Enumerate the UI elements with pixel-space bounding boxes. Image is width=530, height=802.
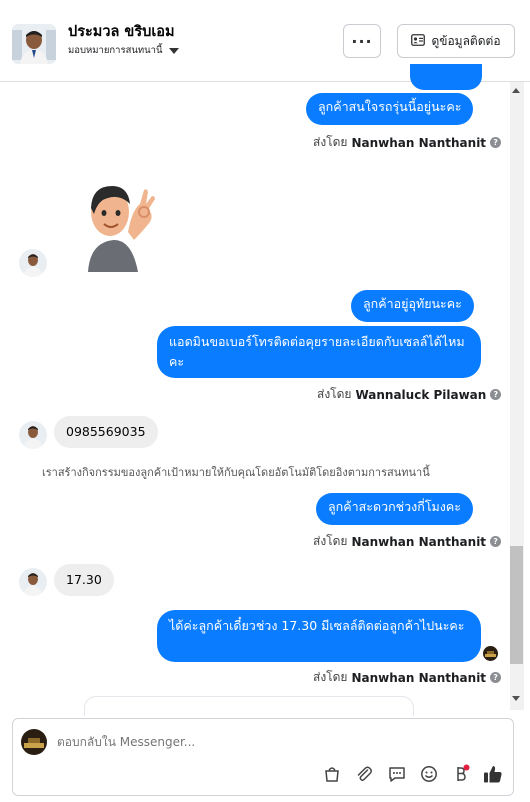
shop-bag-icon[interactable] bbox=[321, 763, 343, 785]
sender-page-avatar bbox=[483, 646, 498, 661]
messenger-conversation: ประมวล ขริบเอม มอบหมายการสนทนานี้ ··· ดู… bbox=[0, 0, 530, 802]
partial-card-preview bbox=[84, 696, 414, 716]
outgoing-message[interactable]: ลูกค้าสนใจรถรุ่นนี้อยู่นะคะ bbox=[306, 93, 474, 125]
attachment-icon[interactable] bbox=[353, 763, 375, 785]
outgoing-message[interactable]: ได้ค่ะลูกค้าเดี๋ยวช่วง 17.30 มีเซลล์ติดต… bbox=[157, 610, 481, 662]
sticker-image bbox=[80, 180, 162, 272]
sender-name: Nanwhan Nanthanit bbox=[351, 670, 487, 685]
emoji-icon[interactable] bbox=[418, 763, 440, 785]
contact-name: ประมวล ขริบเอม bbox=[68, 24, 175, 40]
outgoing-message[interactable]: ลูกค้าสะดวกช่วงกี่โมงคะ bbox=[316, 493, 473, 525]
assign-label: มอบหมายการสนทนานี้ bbox=[68, 45, 163, 56]
sender-name: Wannaluck Pilawan bbox=[355, 387, 487, 402]
sent-by-label: ส่งโดย Wannaluck Pilawan ? bbox=[317, 385, 502, 404]
scroll-down-arrow-icon[interactable] bbox=[512, 696, 520, 701]
reply-composer bbox=[12, 718, 514, 796]
sender-name: Nanwhan Nanthanit bbox=[351, 135, 487, 150]
sent-by-label: ส่งโดย Nanwhan Nanthanit ? bbox=[313, 668, 502, 687]
outgoing-message[interactable]: แอดมินขอเบอร์โทรติดต่อคุยรายละเอียดกับเซ… bbox=[157, 326, 481, 378]
outgoing-message[interactable]: ลูกค้าอยู่อุทัยนะคะ bbox=[351, 290, 474, 322]
caret-down-icon bbox=[168, 48, 179, 54]
system-notice: เราสร้างกิจกรรมของลูกค้าเป้าหมายให้กับคุ… bbox=[42, 466, 430, 479]
question-icon[interactable]: ? bbox=[490, 536, 502, 547]
sent-by-label: ส่งโดย Nanwhan Nanthanit ? bbox=[313, 532, 502, 551]
page-avatar bbox=[21, 729, 47, 755]
contact-small-avatar[interactable] bbox=[19, 249, 47, 277]
scroll-up-arrow-icon[interactable] bbox=[512, 88, 520, 93]
contact-avatar[interactable] bbox=[12, 24, 56, 64]
contact-card-icon bbox=[411, 33, 426, 49]
notification-dot bbox=[463, 764, 470, 771]
question-icon[interactable]: ? bbox=[490, 137, 502, 148]
payment-baht-icon[interactable] bbox=[450, 763, 472, 785]
contact-small-avatar[interactable] bbox=[19, 421, 47, 449]
assign-conversation-dropdown[interactable]: มอบหมายการสนทนานี้ bbox=[68, 43, 179, 58]
question-icon[interactable]: ? bbox=[490, 389, 502, 400]
scrollbar-thumb[interactable] bbox=[510, 546, 523, 664]
question-icon[interactable]: ? bbox=[490, 672, 502, 683]
incoming-message[interactable]: 17.30 bbox=[54, 564, 114, 596]
contact-small-avatar[interactable] bbox=[19, 568, 47, 596]
sent-by-label: ส่งโดย Nanwhan Nanthanit ? bbox=[313, 133, 502, 152]
sender-name: Nanwhan Nanthanit bbox=[351, 534, 487, 549]
saved-replies-icon[interactable] bbox=[386, 763, 408, 785]
thumbs-up-icon[interactable] bbox=[482, 763, 504, 785]
contact-button-label: ดูข้อมูลติดต่อ bbox=[431, 33, 501, 48]
more-options-button[interactable]: ··· bbox=[343, 24, 381, 58]
incoming-message[interactable]: 0985569035 bbox=[54, 416, 158, 448]
message-bubble-partial bbox=[410, 64, 482, 90]
reply-input[interactable] bbox=[57, 735, 357, 749]
view-contact-info-button[interactable]: ดูข้อมูลติดต่อ bbox=[397, 24, 515, 58]
